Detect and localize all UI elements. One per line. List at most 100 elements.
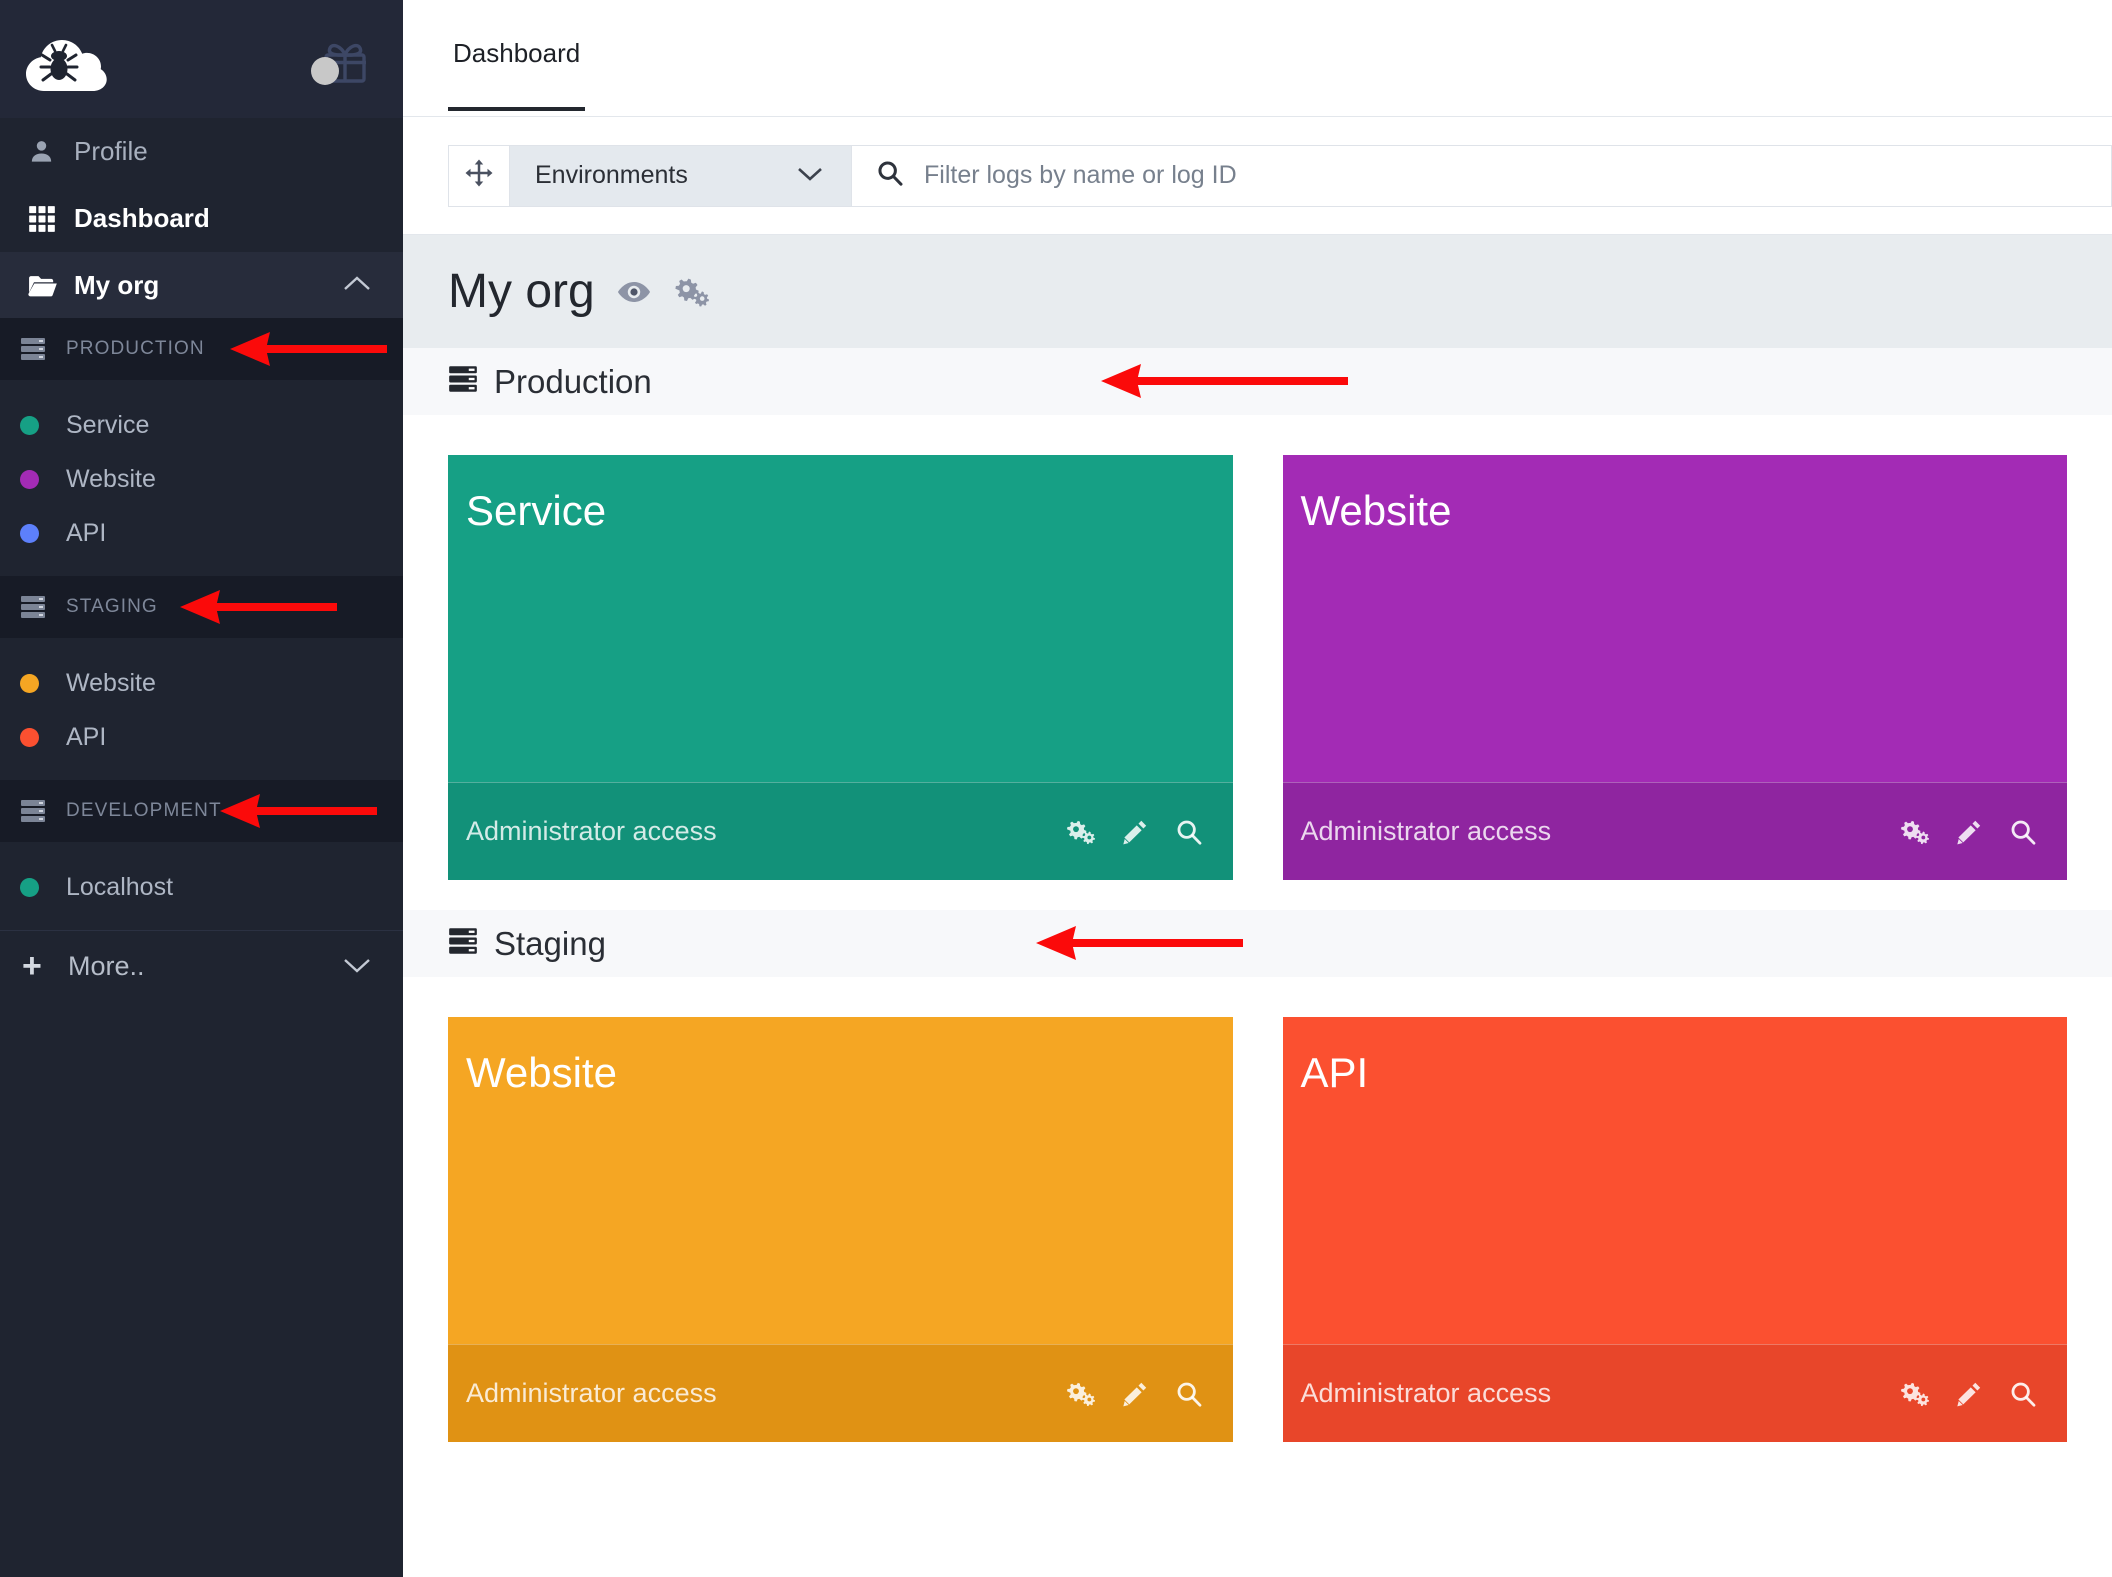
card-footer: Administrator access — [448, 1344, 1233, 1442]
status-dot — [20, 877, 66, 897]
card-title: Service — [466, 487, 607, 534]
sidebar-group-staging[interactable]: STAGING — [0, 576, 403, 638]
search-icon[interactable] — [1175, 818, 1203, 846]
sidebar-group-label: STAGING — [66, 596, 158, 617]
user-icon — [28, 138, 74, 165]
move-arrows-icon — [464, 158, 494, 193]
cogs-icon[interactable] — [1899, 819, 1929, 845]
status-dot — [20, 469, 66, 489]
sidebar-log-service[interactable]: Service — [0, 398, 403, 452]
cogs-icon[interactable] — [1065, 1381, 1095, 1407]
sidebar-item-label: Dashboard — [74, 203, 210, 233]
card-access-label: Administrator access — [466, 816, 717, 846]
annotation-arrow — [1101, 364, 1348, 398]
environments-select[interactable]: Environments — [510, 144, 852, 207]
environment-header-production: Production — [403, 348, 2112, 415]
sidebar-log-website-staging[interactable]: Website — [0, 656, 403, 710]
pencil-icon[interactable] — [1955, 1380, 1983, 1408]
status-dot — [20, 415, 66, 435]
gift-icon[interactable] — [311, 31, 373, 87]
cogs-icon[interactable] — [1899, 1381, 1929, 1407]
sidebar-item-profile[interactable]: Profile — [0, 118, 403, 185]
log-card-api-staging[interactable]: API Administrator access — [1282, 1017, 2067, 1442]
sidebar-log-api-prod[interactable]: API — [0, 506, 403, 560]
app-root: Profile Dashboard My org PRODUCTION Serv… — [0, 0, 2112, 1577]
server-stack-icon — [20, 337, 66, 361]
sidebar-item-dashboard[interactable]: Dashboard — [0, 185, 403, 252]
status-dot — [20, 727, 66, 747]
server-stack-icon — [448, 365, 478, 398]
cloud-bug-logo[interactable] — [22, 25, 108, 93]
server-stack-icon — [20, 595, 66, 619]
sidebar-log-api-staging[interactable]: API — [0, 710, 403, 764]
pencil-icon[interactable] — [1121, 818, 1149, 846]
sidebar-item-more[interactable]: + More.. — [0, 930, 403, 1002]
eye-icon[interactable] — [617, 279, 651, 305]
card-body: Website — [1283, 455, 2068, 782]
search-icon[interactable] — [1175, 1380, 1203, 1408]
cards-row-staging: Website Administrator access API Adminis… — [403, 977, 2112, 1442]
environment-name: Production — [494, 362, 652, 400]
search-icon — [876, 159, 904, 192]
drag-handle[interactable] — [448, 144, 510, 207]
cards-row-production: Service Administrator access Website Adm… — [403, 415, 2112, 880]
card-title: Website — [466, 1049, 617, 1096]
environment-header-staging: Staging — [403, 910, 2112, 977]
log-card-website-staging[interactable]: Website Administrator access — [448, 1017, 1233, 1442]
server-stack-icon — [448, 927, 478, 960]
sidebar-log-localhost[interactable]: Localhost — [0, 860, 403, 914]
tab-dashboard[interactable]: Dashboard — [448, 38, 586, 111]
pencil-icon[interactable] — [1121, 1380, 1149, 1408]
sidebar-org-label: My org — [74, 269, 160, 300]
sidebar-log-website-prod[interactable]: Website — [0, 452, 403, 506]
sidebar-more-label: More.. — [68, 951, 145, 981]
environment-name: Staging — [494, 924, 606, 962]
cogs-icon[interactable] — [673, 277, 709, 307]
sidebar-item-my-org[interactable]: My org — [0, 252, 403, 318]
page-title: My org — [448, 265, 595, 318]
card-footer: Administrator access — [1282, 1344, 2067, 1442]
card-title: Website — [1300, 487, 1452, 534]
plus-icon: + — [22, 947, 42, 985]
pencil-icon[interactable] — [1955, 818, 1983, 846]
annotation-arrow — [220, 794, 377, 828]
sidebar-log-label: Website — [66, 668, 156, 697]
sidebar-group-label: DEVELOPMENT — [66, 800, 222, 821]
chevron-down-icon — [795, 161, 825, 190]
chevron-up-icon[interactable] — [341, 270, 373, 301]
card-access-label: Administrator access — [1300, 816, 1552, 846]
card-title: API — [1300, 1049, 1369, 1096]
annotation-arrow — [1036, 926, 1243, 960]
org-header: My org — [403, 235, 2112, 348]
sidebar-log-label: Website — [66, 464, 156, 493]
search-field-wrapper[interactable] — [852, 144, 2112, 207]
status-dot — [20, 673, 66, 693]
server-stack-icon — [20, 799, 66, 823]
search-icon[interactable] — [2009, 818, 2037, 846]
chevron-down-icon[interactable] — [341, 951, 373, 982]
sidebar-header — [0, 0, 403, 118]
sidebar-group-label: PRODUCTION — [66, 338, 205, 359]
sidebar-group-development[interactable]: DEVELOPMENT — [0, 780, 403, 842]
grid-icon — [28, 205, 74, 233]
folder-open-icon — [28, 272, 74, 298]
log-card-service[interactable]: Service Administrator access — [448, 455, 1233, 880]
sidebar-log-label: API — [66, 722, 107, 751]
search-input[interactable] — [924, 161, 2111, 190]
tab-bar: Dashboard — [403, 0, 2112, 117]
gift-badge — [311, 57, 339, 85]
cogs-icon[interactable] — [1065, 819, 1095, 845]
log-card-website-prod[interactable]: Website Administrator access — [1282, 455, 2068, 880]
search-icon[interactable] — [2009, 1380, 2037, 1408]
card-access-label: Administrator access — [466, 1378, 717, 1408]
sidebar-group-production[interactable]: PRODUCTION — [0, 318, 403, 380]
environments-select-value: Environments — [535, 161, 688, 189]
card-body: Service — [448, 455, 1233, 782]
main-content: Dashboard Environments Filter logs by na… — [403, 0, 2112, 1577]
status-dot — [20, 523, 66, 543]
